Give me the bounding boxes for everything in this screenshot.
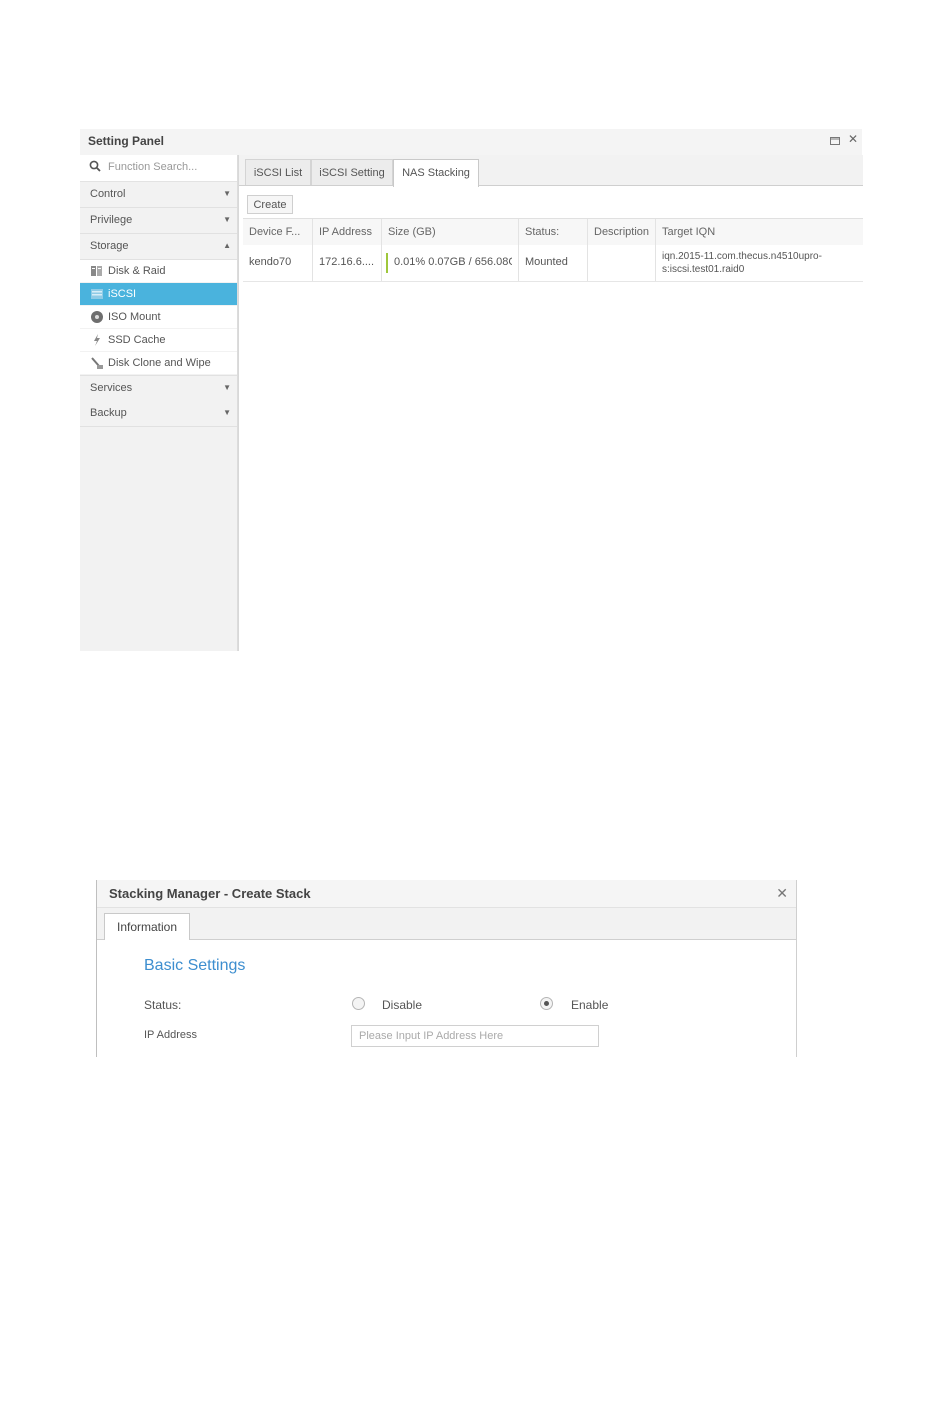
close-icon[interactable]: ✕: [848, 132, 858, 146]
disk-raid-icon: [90, 264, 104, 278]
function-search-input[interactable]: [108, 159, 230, 175]
function-search: [80, 155, 237, 182]
sidebar: Control ▼ Privilege ▼ Storage ▲ Disk & R…: [80, 155, 238, 651]
close-icon[interactable]: ✕: [776, 885, 788, 902]
dialog-header: Stacking Manager - Create Stack ✕: [97, 880, 796, 908]
column-header[interactable]: IP Address: [313, 219, 382, 245]
enable-radio[interactable]: [540, 997, 553, 1010]
sidebar-item-ssd-cache[interactable]: SSD Cache: [80, 329, 237, 351]
sidebar-section-privilege[interactable]: Privilege ▼: [80, 208, 237, 234]
sidebar-section-backup[interactable]: Backup ▼: [80, 401, 237, 427]
section-label: Backup: [90, 407, 127, 419]
status-cell: Mounted: [519, 245, 588, 281]
sidebar-section-services[interactable]: Services ▼: [80, 375, 237, 402]
table-row[interactable]: kendo70 172.16.6.... 0.01% 0.07GB / 656.…: [243, 245, 863, 282]
disable-radio[interactable]: [352, 997, 365, 1010]
target-iqn-cell: iqn.2015-11.com.thecus.n4510upro-s:iscsi…: [662, 251, 822, 275]
tab-nas-stacking[interactable]: NAS Stacking: [393, 159, 479, 187]
tab-iscsi-setting[interactable]: iSCSI Setting: [311, 159, 393, 185]
chevron-down-icon: ▼: [223, 383, 231, 392]
tab-information[interactable]: Information: [104, 913, 190, 940]
column-header[interactable]: Status:: [519, 219, 588, 245]
sidebar-item-label: Disk & Raid: [108, 265, 166, 277]
ip-cell: 172.16.6....: [313, 245, 382, 281]
description-cell: [588, 245, 656, 281]
tab-label: Information: [116, 920, 178, 934]
sidebar-item-disk-raid[interactable]: Disk & Raid: [80, 260, 237, 282]
column-header[interactable]: Description: [588, 219, 656, 245]
dialog-tab-bar: Information: [97, 908, 796, 940]
size-cell: 0.01% 0.07GB / 656.08GB: [382, 245, 519, 281]
device-cell: kendo70: [243, 245, 313, 281]
size-text: 0.01% 0.07GB / 656.08GB: [394, 256, 512, 268]
section-label: Control: [90, 188, 126, 200]
enable-label[interactable]: Enable: [571, 998, 608, 1012]
table-header: Device F... IP Address Size (GB) Status:…: [243, 218, 863, 246]
chevron-down-icon: ▼: [223, 189, 231, 198]
stacking-manager-dialog: Stacking Manager - Create Stack ✕ Inform…: [96, 880, 797, 1057]
ip-address-label: IP Address: [144, 1029, 197, 1041]
setting-panel-title: Setting Panel: [88, 134, 165, 148]
ip-address-input[interactable]: [351, 1025, 599, 1047]
content-area: iSCSI List iSCSI Setting NAS Stacking Cr…: [238, 155, 863, 651]
iscsi-icon: [90, 287, 104, 301]
column-header[interactable]: Target IQN: [656, 219, 863, 245]
setting-panel: Setting Panel ✕ Control ▼ Privilege ▼ St…: [80, 129, 863, 651]
sidebar-section-storage[interactable]: Storage ▲: [80, 234, 237, 260]
disk-clone-icon: [90, 356, 104, 370]
disable-label[interactable]: Disable: [382, 998, 422, 1012]
sidebar-item-iscsi[interactable]: iSCSI: [80, 283, 237, 305]
sidebar-item-label: iSCSI: [108, 288, 137, 300]
setting-panel-header: Setting Panel ✕: [80, 129, 862, 156]
chevron-down-icon: ▼: [223, 215, 231, 224]
sidebar-item-label: SSD Cache: [108, 334, 166, 346]
tab-bar: iSCSI List iSCSI Setting NAS Stacking: [239, 155, 863, 187]
tab-label: iSCSI List: [253, 167, 303, 179]
iso-mount-icon: [90, 310, 104, 324]
sidebar-item-iso-mount[interactable]: ISO Mount: [80, 306, 237, 328]
section-title: Basic Settings: [144, 957, 246, 974]
chevron-up-icon: ▲: [223, 241, 231, 250]
dialog-title: Stacking Manager - Create Stack: [109, 886, 311, 901]
sidebar-item-label: Disk Clone and Wipe: [108, 357, 211, 369]
column-header[interactable]: Device F...: [243, 219, 313, 245]
sidebar-section-control[interactable]: Control ▼: [80, 182, 237, 208]
section-label: Services: [90, 382, 133, 394]
tab-label: iSCSI Setting: [319, 167, 385, 179]
sidebar-item-label: ISO Mount: [108, 311, 161, 323]
tab-label: NAS Stacking: [402, 167, 470, 179]
column-header[interactable]: Size (GB): [382, 219, 519, 245]
usage-bar: [386, 253, 388, 273]
create-button[interactable]: Create: [247, 195, 293, 214]
section-label: Privilege: [90, 214, 133, 226]
chevron-down-icon: ▼: [223, 408, 231, 417]
section-label: Storage: [90, 240, 129, 252]
search-icon: [89, 159, 101, 177]
sidebar-item-disk-clone-wipe[interactable]: Disk Clone and Wipe: [80, 352, 237, 374]
status-label: Status:: [144, 998, 182, 1012]
restore-icon[interactable]: [830, 134, 840, 148]
ssd-cache-icon: [90, 333, 104, 347]
tab-iscsi-list[interactable]: iSCSI List: [245, 159, 311, 185]
